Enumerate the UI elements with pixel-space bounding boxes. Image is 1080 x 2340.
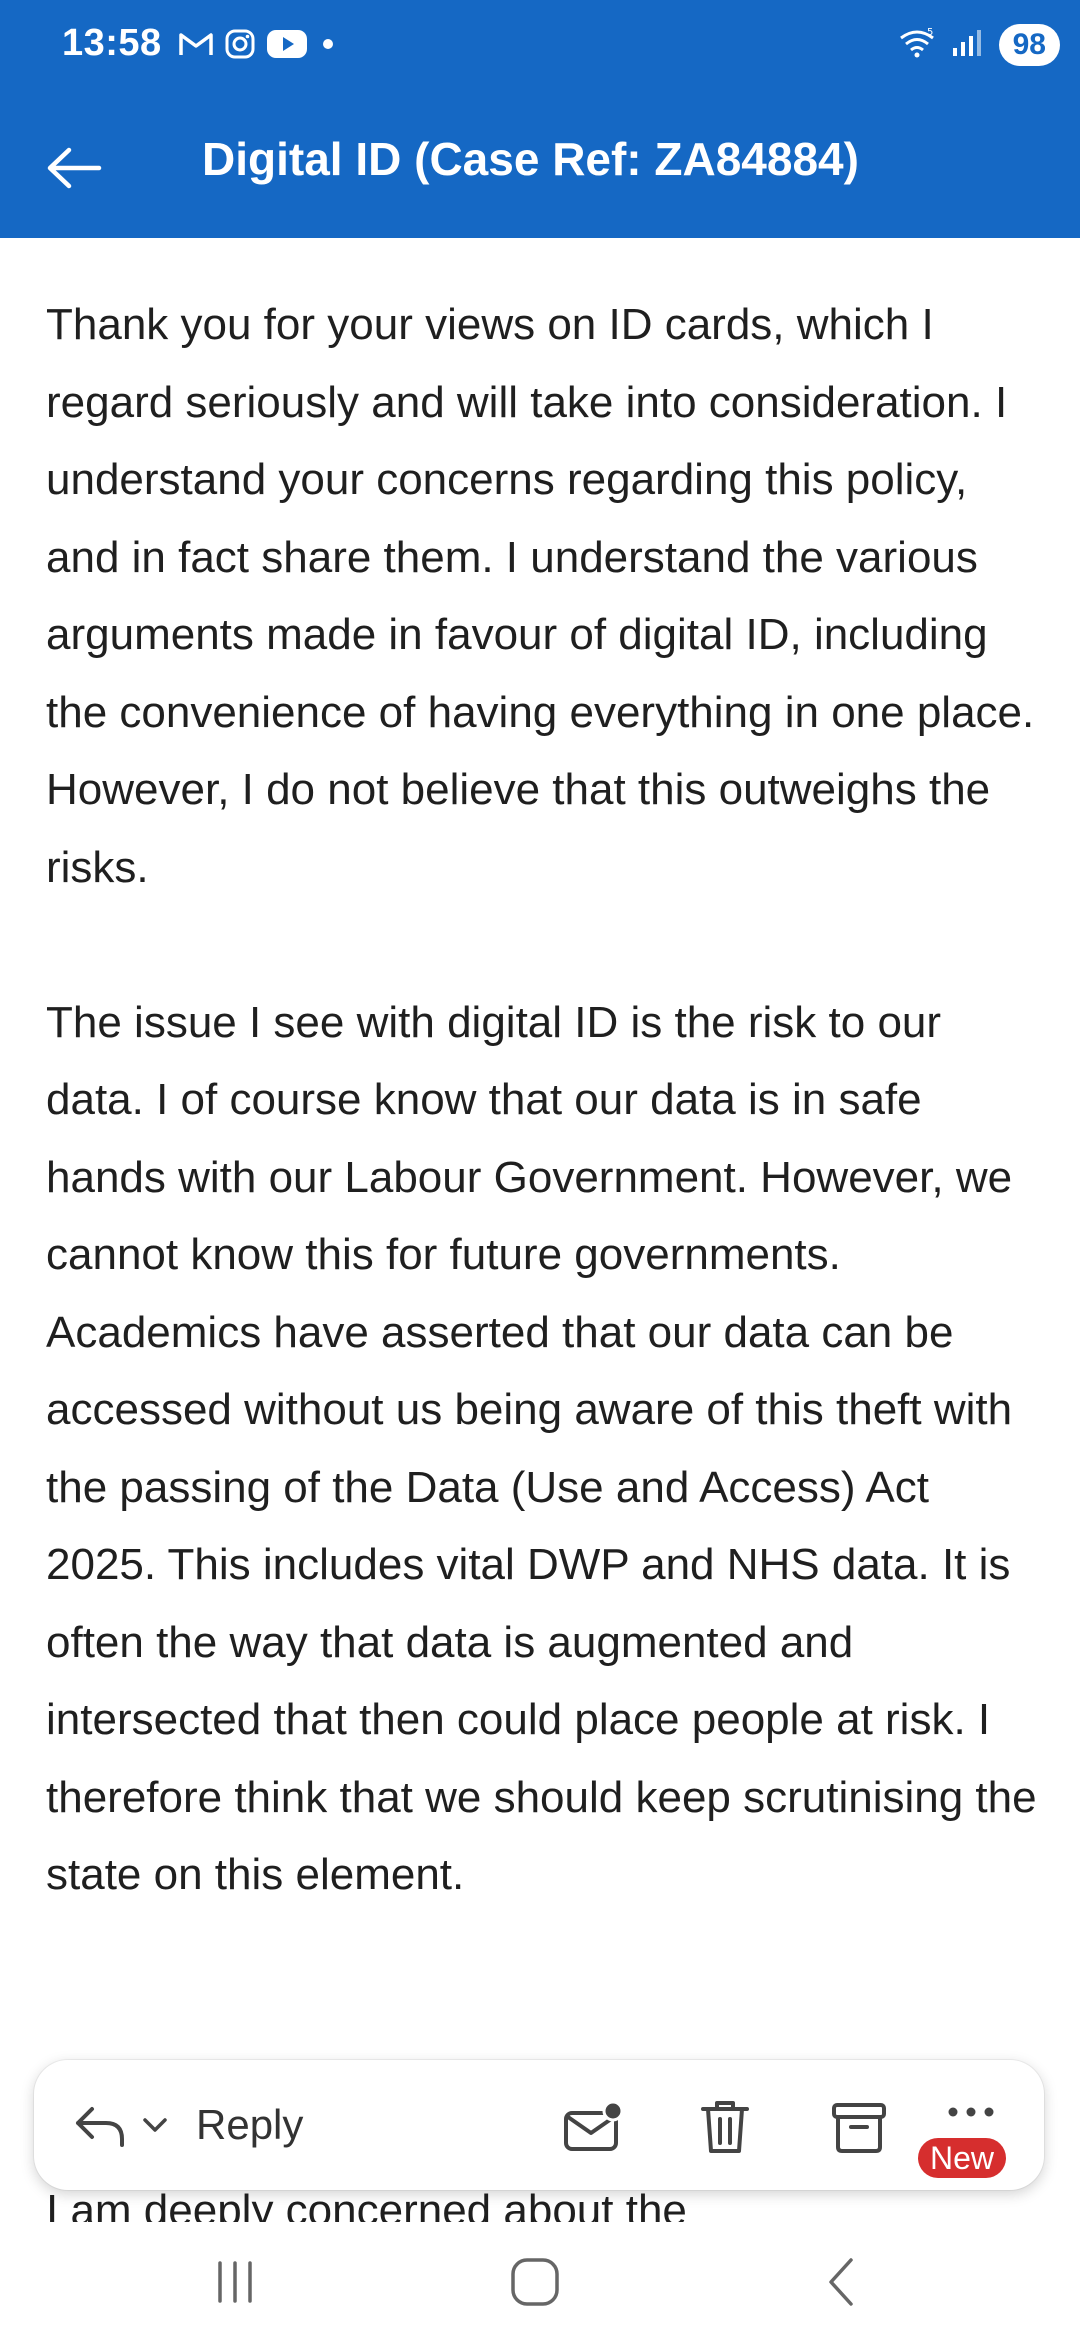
home-icon	[511, 2258, 559, 2306]
archive-icon	[832, 2103, 886, 2153]
reply-button[interactable]: Reply	[72, 2086, 303, 2164]
message-paragraph-1: Thank you for your views on ID cards, wh…	[46, 300, 1035, 892]
recent-apps-icon	[218, 2261, 252, 2303]
action-bar: Reply New	[34, 2060, 1044, 2190]
recent-apps-button[interactable]	[190, 2242, 280, 2322]
app-bar: Digital ID (Case Ref: ZA84884)	[0, 96, 1080, 238]
home-button[interactable]	[490, 2242, 580, 2322]
status-time: 13:58	[62, 22, 162, 64]
page-title: Digital ID (Case Ref: ZA84884)	[202, 133, 859, 185]
system-nav-bar	[0, 2222, 1080, 2340]
archive-button[interactable]	[824, 2092, 894, 2162]
system-icons: 5 98	[897, 24, 1060, 66]
gmail-icon	[178, 30, 214, 58]
signal-icon	[951, 28, 985, 63]
reply-label: Reply	[196, 2101, 304, 2148]
more-icon	[948, 2107, 994, 2117]
youtube-icon	[266, 29, 308, 59]
back-icon	[829, 2258, 853, 2306]
message-body: Thank you for your views on ID cards, wh…	[46, 286, 1046, 1914]
instagram-icon	[224, 28, 256, 60]
wifi-icon: 5	[897, 26, 937, 65]
back-button[interactable]	[34, 128, 114, 208]
battery-indicator: 98	[998, 24, 1060, 66]
dot-icon	[318, 34, 338, 54]
header: 13:58 5 98 Digital ID (Case Ref: ZA84884…	[0, 0, 1080, 238]
notification-icons	[178, 28, 338, 60]
mark-unread-button[interactable]	[558, 2092, 628, 2162]
paragraph-spacer	[46, 906, 1046, 984]
svg-text:5: 5	[927, 27, 933, 38]
message-paragraph-2: The issue I see with digital ID is the r…	[46, 997, 1037, 1900]
new-badge: New	[918, 2138, 1007, 2178]
delete-icon	[701, 2101, 749, 2153]
mark-unread-icon	[564, 2100, 624, 2151]
more-button[interactable]: New	[916, 2078, 1026, 2178]
screen: 13:58 5 98 Digital ID (Case Ref: ZA84884…	[0, 0, 1080, 2340]
reply-icon	[76, 2107, 124, 2147]
nav-back-button[interactable]	[796, 2242, 886, 2322]
chevron-down-icon	[143, 2118, 167, 2132]
delete-button[interactable]	[690, 2092, 760, 2162]
arrow-left-icon	[47, 147, 102, 189]
status-bar: 13:58 5 98	[0, 0, 1080, 96]
